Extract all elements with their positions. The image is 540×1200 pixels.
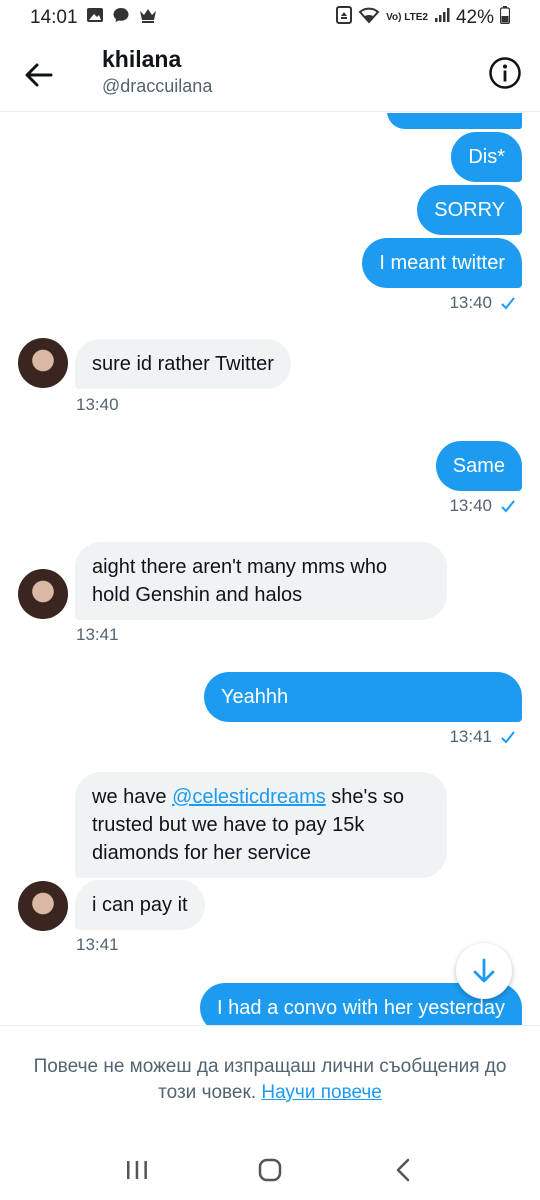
network-type: Vo) LTE2: [386, 12, 428, 23]
crown-icon: [138, 7, 158, 29]
learn-more-link[interactable]: Научи повече: [261, 1082, 382, 1103]
timestamp: 13:40: [449, 293, 516, 313]
avatar[interactable]: [18, 569, 68, 619]
recent-apps-button[interactable]: [117, 1150, 157, 1190]
chat-icon: [112, 6, 130, 30]
scroll-to-bottom-button[interactable]: [456, 943, 512, 999]
message-bubble-partial[interactable]: [387, 113, 522, 129]
check-icon: [501, 731, 515, 744]
recents-icon: [126, 1161, 147, 1179]
check-icon: [501, 297, 515, 310]
home-icon: [258, 1158, 282, 1182]
conversation-header: khilana @draccuilana: [0, 36, 540, 112]
wifi-icon: [358, 6, 380, 30]
back-nav-button[interactable]: [383, 1150, 423, 1190]
contact-handle: @draccuilana: [102, 76, 213, 96]
dm-disabled-notice: Повече не можеш да изпращаш лични съобще…: [0, 1025, 540, 1135]
contact-name[interactable]: khilana: [102, 46, 181, 73]
message-bubble[interactable]: SORRY: [417, 185, 522, 235]
message-bubble[interactable]: i can pay it: [75, 880, 205, 930]
message-list[interactable]: Dis* SORRY I meant twitter 13:40 sure id…: [0, 113, 540, 1025]
signal-icon: [434, 7, 450, 29]
timestamp-text: 13:40: [449, 496, 492, 515]
message-bubble[interactable]: we have @celesticdreams she's so trusted…: [75, 772, 447, 878]
timestamp-text: 13:40: [449, 293, 492, 312]
message-text: we have: [92, 786, 173, 808]
message-bubble[interactable]: aight there aren't many mms who hold Gen…: [75, 542, 447, 620]
check-icon: [501, 500, 515, 513]
timestamp: 13:40: [449, 496, 516, 516]
message-bubble[interactable]: Dis*: [451, 132, 522, 182]
timestamp-text: 13:41: [449, 727, 492, 746]
message-bubble[interactable]: sure id rather Twitter: [75, 339, 291, 389]
battery-icon: [499, 6, 511, 30]
message-bubble[interactable]: Same: [435, 441, 522, 491]
battery-percent: 42%: [455, 7, 494, 28]
status-bar: 14:01 Vo) LTE2 42%: [0, 0, 540, 36]
message-bubble[interactable]: Yeahhh: [204, 672, 522, 722]
timestamp: 13:40: [76, 395, 119, 414]
timestamp: 13:41: [449, 727, 516, 747]
timestamp: 13:41: [76, 935, 119, 954]
message-bubble[interactable]: I meant twitter: [362, 238, 522, 288]
mention-link[interactable]: @celesticdreams: [172, 786, 326, 808]
info-button[interactable]: [488, 56, 522, 90]
timestamp: 13:41: [76, 625, 119, 644]
gallery-icon: [86, 7, 104, 29]
system-nav-bar: [0, 1140, 540, 1200]
home-button[interactable]: [250, 1150, 290, 1190]
recycle-icon: [336, 6, 353, 30]
status-time: 14:01: [30, 7, 78, 28]
avatar[interactable]: [18, 338, 68, 388]
avatar[interactable]: [18, 881, 68, 931]
arrow-down-icon: [473, 958, 495, 983]
chevron-left-icon: [397, 1158, 410, 1182]
arrow-left-icon: [25, 63, 53, 87]
info-icon: [489, 57, 521, 89]
back-button[interactable]: [22, 58, 56, 92]
